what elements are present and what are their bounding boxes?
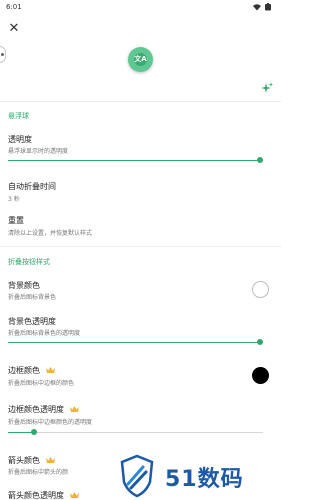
border-opacity-label: 边框颜色透明度 [8, 405, 64, 414]
crown-icon [69, 492, 79, 498]
bg-color-swatch[interactable] [252, 281, 269, 298]
bg-opacity-desc: 折叠后图标背景色的透明度 [8, 330, 81, 337]
drag-handle-icon[interactable] [0, 46, 6, 63]
arrow-opacity-label: 箭头颜色透明度 [8, 491, 64, 500]
reset-desc: 清除以上设置，并恢复默认样式 [8, 230, 93, 237]
reset-title[interactable]: 重置 [8, 215, 24, 226]
status-time: 6:01 [6, 3, 22, 11]
bg-opacity-slider[interactable] [8, 339, 264, 346]
arrow-opacity-title: 箭头颜色透明度 [8, 490, 79, 500]
opacity-title: 透明度 [8, 135, 32, 144]
bg-color-desc: 折叠后图标背景色 [8, 294, 57, 301]
opacity-slider[interactable] [8, 157, 264, 164]
bg-opacity-title: 背景色透明度 [8, 317, 56, 326]
floating-ball-preview: 文A [128, 47, 153, 72]
arrow-color-title[interactable]: 箭头颜色 [8, 455, 55, 466]
status-bar: 6:01 [0, 0, 281, 14]
crown-icon [45, 367, 55, 373]
section-header-collapsed-style: 折叠按钮样式 [8, 258, 50, 266]
translate-badge: 文A [134, 53, 147, 66]
auto-collapse-title[interactable]: 自动折叠时间 [8, 181, 56, 192]
watermark: 51数码 [117, 452, 277, 500]
section-header-floating-ball: 悬浮球 [8, 112, 29, 120]
wifi-battery-icon [253, 3, 271, 11]
slider-thumb[interactable] [30, 429, 37, 435]
crown-icon [69, 406, 79, 412]
border-opacity-desc: 折叠后图标中边框颜色的透明度 [8, 419, 93, 426]
border-color-title[interactable]: 边框颜色 [8, 365, 55, 376]
header-divider [0, 101, 281, 102]
border-color-label: 边框颜色 [8, 366, 40, 375]
close-icon[interactable]: ✕ [7, 22, 21, 36]
slider-thumb[interactable] [257, 157, 264, 163]
arrow-color-label: 箭头颜色 [8, 456, 40, 465]
arrow-color-desc: 折叠后图标中箭头的颜 [8, 469, 69, 476]
bg-color-title[interactable]: 背景颜色 [8, 280, 40, 291]
sparkle-icon[interactable] [261, 82, 273, 94]
section-divider [0, 246, 281, 247]
border-opacity-slider[interactable] [8, 429, 263, 436]
crown-icon [45, 457, 55, 463]
border-opacity-title: 边框颜色透明度 [8, 404, 79, 415]
watermark-text: 51数码 [165, 467, 244, 492]
shield-logo-icon [120, 454, 154, 498]
border-color-swatch[interactable] [252, 367, 269, 384]
auto-collapse-value: 3 秒 [8, 196, 20, 203]
slider-thumb[interactable] [257, 339, 264, 345]
opacity-desc: 悬浮球显示时的透明度 [8, 148, 69, 155]
border-color-desc: 折叠后图标中边框的颜色 [8, 380, 75, 387]
